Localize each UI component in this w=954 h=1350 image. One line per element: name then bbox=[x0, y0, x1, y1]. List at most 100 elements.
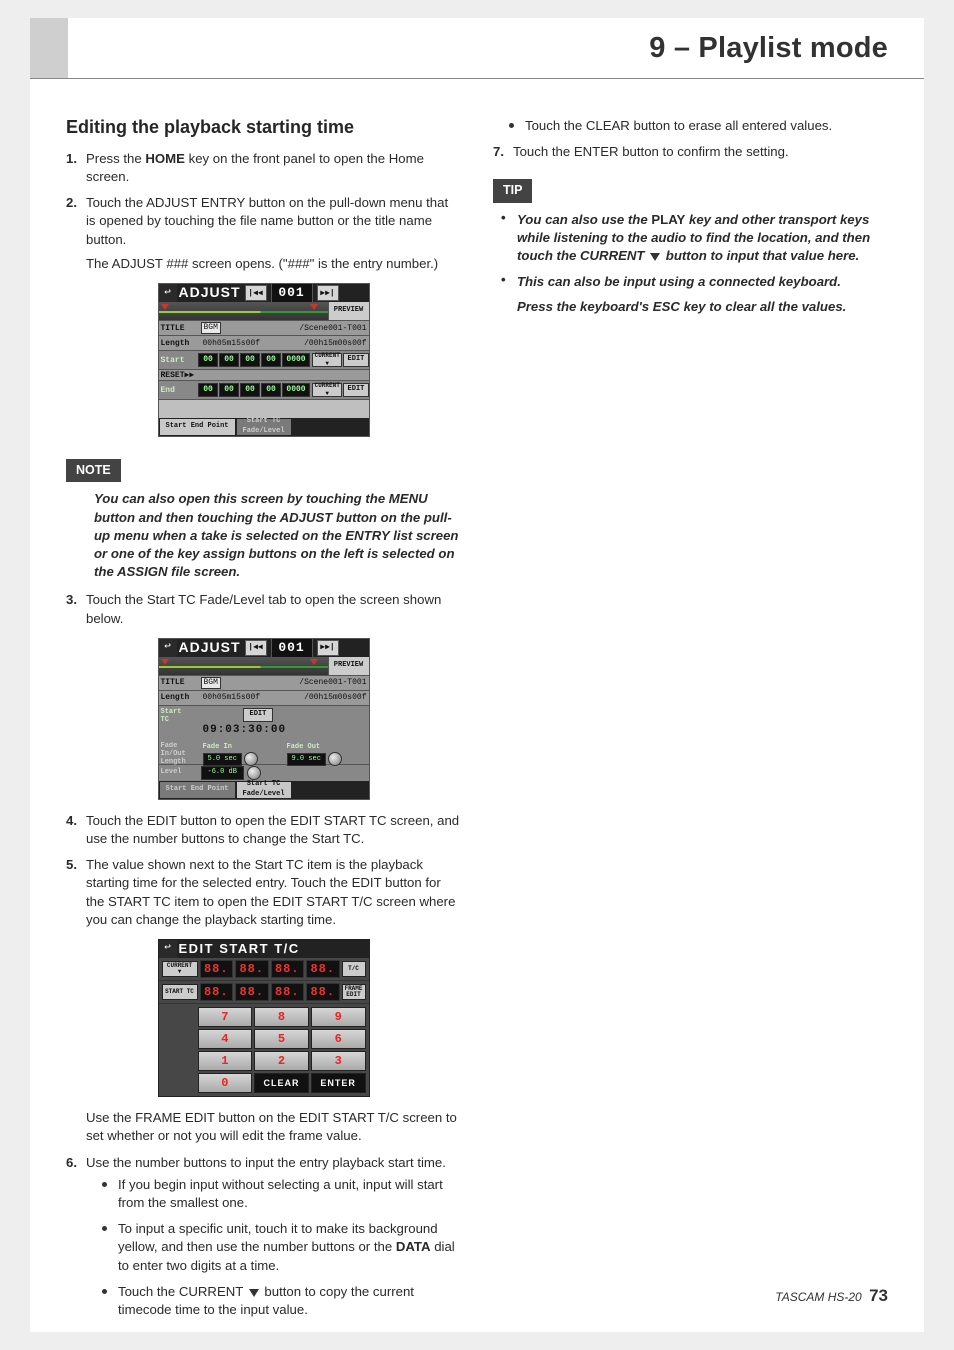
starttc-row: START TC 88. 88. 88. 88. FRAMEEDIT bbox=[159, 981, 369, 1004]
key-3[interactable]: 3 bbox=[311, 1051, 366, 1071]
next-entry-button[interactable]: ▶▶| bbox=[317, 285, 339, 301]
adjust-titlebar: ↩ ADJUST |◀◀ 001 ▶▶| bbox=[159, 284, 369, 302]
adjust-screen-2: ↩ ADJUST |◀◀ 001 ▶▶| PREVIEW TITLE BGM /… bbox=[158, 638, 370, 800]
starttc-block: Start TC EDIT 09:03:30:00 bbox=[159, 706, 369, 742]
title-field[interactable]: BGM bbox=[201, 322, 221, 334]
current-button[interactable]: CURRENT▼ bbox=[162, 961, 198, 977]
clear-button[interactable]: CLEAR bbox=[254, 1073, 309, 1093]
starttc-value: 09:03:30:00 bbox=[203, 723, 369, 738]
back-icon[interactable]: ↩ bbox=[159, 284, 177, 302]
key-5[interactable]: 5 bbox=[254, 1029, 309, 1049]
bullet: Touch the CURRENT button to copy the cur… bbox=[86, 1283, 461, 1319]
step-4: 4 Touch the EDIT button to open the EDIT… bbox=[66, 812, 461, 848]
back-icon[interactable]: ↩ bbox=[159, 639, 177, 657]
tab-starttc-fade[interactable]: Start TCFade/Level bbox=[236, 781, 292, 799]
step-6: 6 Use the number buttons to input the en… bbox=[66, 1154, 461, 1320]
step-5-after: Use the FRAME EDIT button on the EDIT ST… bbox=[86, 1109, 461, 1145]
tip-label: TIP bbox=[493, 179, 532, 202]
length-row: Length 00h05m15s00f /00h15m00s00f bbox=[159, 691, 369, 706]
level-row: Level -6.0 dB bbox=[159, 765, 369, 781]
screen-title: ADJUST bbox=[177, 638, 241, 657]
fade-row: Fade In/Out Length Fade In 5.0 sec Fade … bbox=[159, 742, 369, 765]
back-icon[interactable]: ↩ bbox=[159, 940, 177, 958]
page-content: Editing the playback starting time 1 Pre… bbox=[30, 79, 924, 1327]
edit-button[interactable]: EDIT bbox=[343, 353, 368, 367]
preview-button[interactable]: PREVIEW bbox=[328, 302, 369, 320]
header-accent bbox=[30, 18, 68, 78]
current-button[interactable]: CURRENT▼ bbox=[312, 383, 342, 397]
next-entry-button[interactable]: ▶▶| bbox=[317, 640, 339, 656]
key-7[interactable]: 7 bbox=[198, 1007, 253, 1027]
fadeout-value[interactable]: 9.0 sec bbox=[287, 753, 326, 767]
start-row: Start 00 00 00 00 0000 CURRENT▼ EDIT bbox=[159, 351, 369, 370]
fadein-value[interactable]: 5.0 sec bbox=[203, 753, 242, 767]
frame-edit-button[interactable]: FRAMEEDIT bbox=[342, 984, 366, 1000]
waveform: PREVIEW bbox=[159, 657, 369, 676]
page-footer: TASCAM HS-20 73 bbox=[775, 1286, 888, 1306]
adjust-tabs: Start End Point Start TCFade/Level bbox=[159, 781, 369, 799]
note-label: NOTE bbox=[66, 459, 121, 482]
step-6-bullets: If you begin input without selecting a u… bbox=[86, 1176, 461, 1320]
prev-entry-button[interactable]: |◀◀ bbox=[245, 640, 267, 656]
step-number: 1 bbox=[66, 150, 77, 168]
step-3: 3 Touch the Start TC Fade/Level tab to o… bbox=[66, 591, 461, 627]
key-0[interactable]: 0 bbox=[198, 1073, 253, 1093]
screen-title: ADJUST bbox=[177, 283, 241, 302]
step-6-bullets-cont: Touch the CLEAR button to erase all ente… bbox=[493, 117, 888, 135]
edit-button[interactable]: EDIT bbox=[243, 708, 274, 722]
key-9[interactable]: 9 bbox=[311, 1007, 366, 1027]
screen-title: EDIT START T/C bbox=[177, 940, 300, 958]
tip-item: This can also be input using a connected… bbox=[501, 273, 888, 315]
bullet: If you begin input without selecting a u… bbox=[86, 1176, 461, 1212]
title-row: TITLE BGM /Scene001-T001 bbox=[159, 676, 369, 691]
note-body: You can also open this screen by touchin… bbox=[94, 490, 461, 581]
step-7: 7 Touch the ENTER button to confirm the … bbox=[493, 143, 888, 161]
chapter-title: 9 – Playlist mode bbox=[649, 32, 888, 65]
step-number: 3 bbox=[66, 591, 77, 609]
step-1: 1 Press the HOME key on the front panel … bbox=[66, 150, 461, 186]
steps-part2: 3 Touch the Start TC Fade/Level tab to o… bbox=[66, 591, 461, 627]
key-6[interactable]: 6 bbox=[311, 1029, 366, 1049]
key-1[interactable]: 1 bbox=[198, 1051, 253, 1071]
down-triangle-icon bbox=[650, 253, 660, 261]
current-row: CURRENT▼ 88. 88. 88. 88. T/C bbox=[159, 958, 369, 981]
prev-entry-button[interactable]: |◀◀ bbox=[245, 285, 267, 301]
edit-start-tc-screen: ↩ EDIT START T/C CURRENT▼ 88. 88. 88. 88… bbox=[158, 939, 370, 1097]
length-row: Length 00h05m15s00f /00h15m00s00f bbox=[159, 336, 369, 351]
page: 9 – Playlist mode Editing the playback s… bbox=[30, 18, 924, 1332]
key-4[interactable]: 4 bbox=[198, 1029, 253, 1049]
current-button[interactable]: CURRENT▼ bbox=[312, 353, 342, 367]
adjust-titlebar: ↩ ADJUST |◀◀ 001 ▶▶| bbox=[159, 639, 369, 657]
steps-part5: 7 Touch the ENTER button to confirm the … bbox=[493, 143, 888, 161]
key-8[interactable]: 8 bbox=[254, 1007, 309, 1027]
adjust-tabs: Start End Point Start TCFade/Level bbox=[159, 418, 369, 436]
tc-button[interactable]: T/C bbox=[342, 961, 366, 977]
enter-button[interactable]: ENTER bbox=[311, 1073, 366, 1093]
steps-part4: 6 Use the number buttons to input the en… bbox=[66, 1154, 461, 1320]
title-field[interactable]: BGM bbox=[201, 677, 221, 689]
step-text: Use the number buttons to input the entr… bbox=[86, 1155, 446, 1170]
step-text: Touch the Start TC Fade/Level tab to ope… bbox=[86, 592, 441, 625]
edit-button[interactable]: EDIT bbox=[343, 383, 368, 397]
step-number: 7 bbox=[493, 143, 504, 161]
left-column: Editing the playback starting time 1 Pre… bbox=[66, 115, 461, 1327]
tab-start-end[interactable]: Start End Point bbox=[159, 781, 236, 799]
bullet: To input a specific unit, touch it to ma… bbox=[86, 1220, 461, 1275]
page-number: 73 bbox=[869, 1286, 888, 1305]
preview-button[interactable]: PREVIEW bbox=[328, 657, 369, 675]
steps-part1: 1 Press the HOME key on the front panel … bbox=[66, 150, 461, 273]
key-2[interactable]: 2 bbox=[254, 1051, 309, 1071]
knob-icon[interactable] bbox=[328, 752, 342, 766]
step-number: 6 bbox=[66, 1154, 77, 1172]
tab-starttc-fade[interactable]: Start TCFade/Level bbox=[236, 418, 292, 436]
tab-start-end[interactable]: Start End Point bbox=[159, 418, 236, 436]
step-text: Touch the ADJUST ENTRY button on the pul… bbox=[86, 195, 448, 246]
level-value[interactable]: -6.0 dB bbox=[201, 766, 244, 780]
entry-number: 001 bbox=[271, 638, 313, 658]
step-text: The value shown next to the Start TC ite… bbox=[86, 857, 455, 927]
right-column: Touch the CLEAR button to erase all ente… bbox=[493, 115, 888, 1327]
editor-titlebar: ↩ EDIT START T/C bbox=[159, 940, 369, 958]
knob-icon[interactable] bbox=[247, 766, 261, 780]
knob-icon[interactable] bbox=[244, 752, 258, 766]
bullet: Touch the CLEAR button to erase all ente… bbox=[493, 117, 888, 135]
